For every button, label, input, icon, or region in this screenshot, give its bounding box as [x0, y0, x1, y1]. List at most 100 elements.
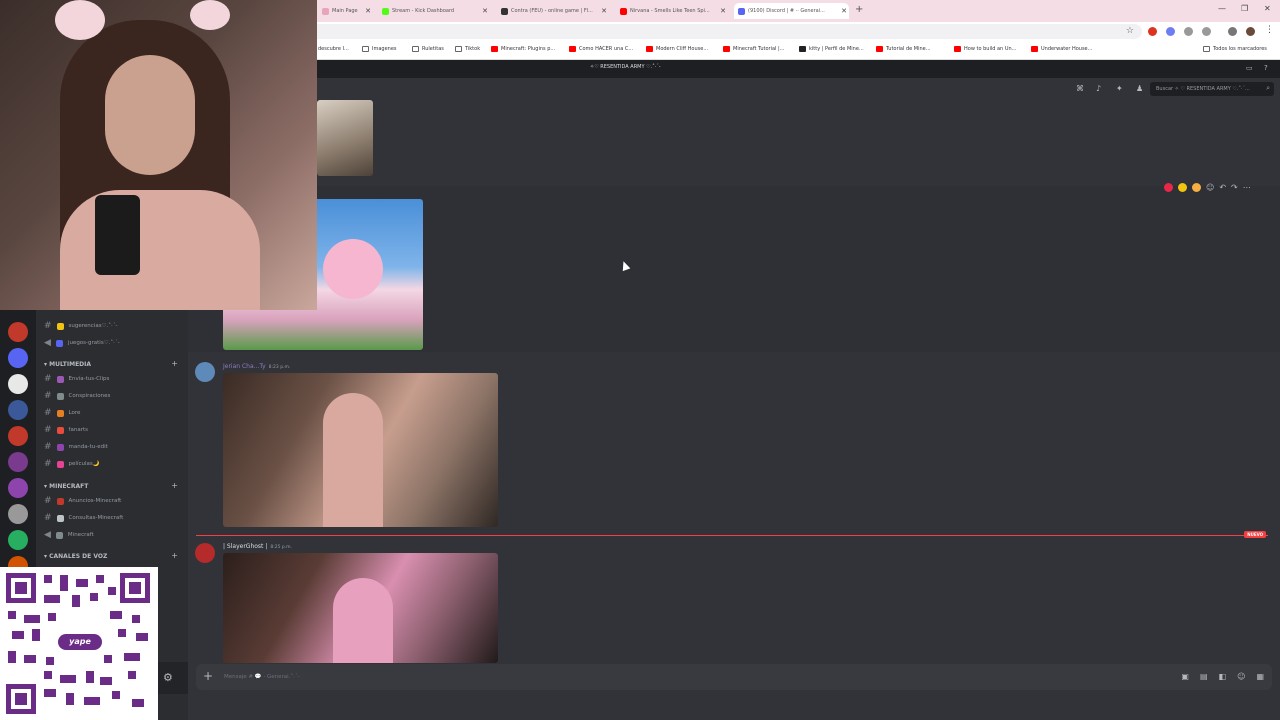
pin-icon[interactable]: ✦ — [1116, 84, 1125, 93]
server-icon[interactable] — [8, 452, 28, 472]
tab-main-page[interactable]: Main Page ✕ — [318, 3, 373, 19]
tab-discord[interactable]: (9100) Discord | # ·· Generai... ✕ — [734, 3, 849, 19]
channel-juegos-gratis[interactable]: ◀ juegos-gratis♡.˚·ˊ- — [44, 338, 120, 348]
hash-icon: # — [44, 425, 52, 435]
message-input[interactable]: Mensaje # 💬 · Generai.˚·ˊ- — [224, 674, 300, 680]
channel-consultas-minecraft[interactable]: # Consultas-Minecraft — [44, 513, 123, 523]
channel-conspiraciones[interactable]: # Conspiraciones — [44, 391, 110, 401]
add-attachment-button[interactable]: + — [203, 669, 213, 683]
server-icon[interactable] — [8, 504, 28, 524]
bookmark[interactable]: Como HACER una C... — [569, 46, 633, 52]
bookmark[interactable]: Modern Cliff House... — [646, 46, 708, 52]
extension-icon[interactable] — [1184, 27, 1193, 36]
members-icon[interactable]: ♟ — [1136, 84, 1145, 93]
help-icon[interactable]: ? — [1264, 64, 1268, 72]
server-icon[interactable] — [8, 400, 28, 420]
megaphone-icon: ◀ — [44, 530, 51, 540]
channel-peliculas[interactable]: # películas🌙 — [44, 459, 100, 469]
attachment-image[interactable] — [317, 100, 373, 176]
close-tab-icon[interactable]: ✕ — [601, 7, 607, 15]
bunny-ear-shape — [55, 0, 105, 40]
add-channel-icon[interactable]: + — [171, 551, 178, 560]
bookmark[interactable]: descubre I... — [318, 46, 349, 52]
inbox-icon[interactable]: ▭ — [1246, 64, 1253, 72]
gift-icon[interactable]: ▣ — [1181, 672, 1189, 681]
server-icon[interactable] — [8, 426, 28, 446]
bookmark-folder[interactable]: Imagenes — [362, 46, 397, 52]
channel-fanarts[interactable]: # fanarts — [44, 425, 88, 435]
bookmark-folder[interactable]: Tiktok — [455, 46, 480, 52]
tab-nirvana[interactable]: Nirvana - Smells Like Teen Spi... ✕ — [616, 3, 728, 19]
close-tab-icon[interactable]: ✕ — [720, 7, 726, 15]
tab-kick-dashboard[interactable]: Stream - Kick Dashboard ✕ — [378, 3, 490, 19]
bookmark[interactable]: Minecraft Tutorial |... — [723, 46, 784, 52]
add-reaction-icon[interactable]: ☺ — [1206, 183, 1214, 192]
bookmark[interactable]: Tutorial de Mine... — [876, 46, 931, 52]
channel-manda-tu-edit[interactable]: # manda-tu-edit — [44, 442, 108, 452]
add-channel-icon[interactable]: + — [171, 359, 178, 368]
close-tab-icon[interactable]: ✕ — [365, 7, 371, 15]
opera-icon[interactable] — [1148, 27, 1157, 36]
face-shape — [105, 55, 195, 175]
hash-icon: # — [44, 496, 52, 506]
channel-minecraft[interactable]: ◀ Minecraft — [44, 530, 94, 540]
close-window-icon[interactable]: ✕ — [1264, 4, 1271, 13]
download-icon[interactable] — [1228, 27, 1237, 36]
all-bookmarks[interactable]: Todos los marcadores — [1203, 46, 1267, 52]
channel-anuncios-minecraft[interactable]: # Anuncios-Minecraft — [44, 496, 121, 506]
address-bar[interactable]: ☆ — [300, 24, 1142, 39]
threads-icon[interactable]: ⌘ — [1076, 84, 1085, 93]
profile-avatar[interactable] — [1246, 27, 1255, 36]
close-tab-icon[interactable]: ✕ — [482, 7, 488, 15]
bell-icon[interactable]: ♪ — [1096, 84, 1105, 93]
bookmark[interactable]: Underwater House... — [1031, 46, 1092, 52]
channel-lore[interactable]: # Lore — [44, 408, 80, 418]
server-icon[interactable] — [8, 348, 28, 368]
bookmark[interactable]: How to build an Un... — [954, 46, 1016, 52]
extension-icon[interactable] — [1166, 27, 1175, 36]
emoji-icon[interactable]: ☺ — [1237, 672, 1245, 681]
add-channel-icon[interactable]: + — [171, 481, 178, 490]
puzzle-icon[interactable] — [1202, 27, 1211, 36]
message-author[interactable]: | SlayerGhost | 8:25 p.m. — [223, 543, 292, 550]
channel-sugerencias[interactable]: # sugerencias♡.˚·ˊ- — [44, 321, 117, 331]
heart-reaction-icon[interactable] — [1164, 182, 1173, 192]
reply-icon[interactable]: ↶ — [1219, 183, 1226, 192]
attachment-image[interactable] — [223, 553, 498, 663]
server-icon[interactable] — [8, 322, 28, 342]
message-author[interactable]: Jerian Cha...Ty 8:23 p.m. — [223, 363, 290, 370]
channel-emoji-icon — [55, 531, 63, 539]
search-input[interactable]: Buscar ✧ ♡ RESENTIDA ARMY ♡.˚·ˊ... ⌕ — [1150, 82, 1274, 96]
attachment-image[interactable] — [223, 373, 498, 527]
maximize-icon[interactable]: ❐ — [1241, 4, 1248, 13]
apps-icon[interactable]: ▦ — [1256, 672, 1264, 681]
minimize-icon[interactable]: — — [1218, 4, 1226, 13]
category-multimedia[interactable]: ▾ MULTIMEDIA — [44, 361, 91, 368]
bookmark[interactable]: kitty | Perfil de Mine... — [799, 46, 864, 52]
more-icon[interactable]: ⋯ — [1243, 183, 1251, 192]
menu-icon[interactable]: ⋮ — [1265, 25, 1274, 35]
server-icon[interactable] — [8, 478, 28, 498]
server-icon[interactable] — [8, 530, 28, 550]
sticker-icon[interactable]: ◧ — [1219, 672, 1227, 681]
gear-icon[interactable]: ⚙ — [163, 671, 173, 684]
close-tab-icon[interactable]: ✕ — [841, 7, 847, 15]
avatar[interactable] — [195, 543, 215, 563]
avatar[interactable] — [195, 362, 215, 382]
category-minecraft[interactable]: ▾ MINECRAFT — [44, 483, 88, 490]
star-icon[interactable]: ☆ — [1126, 26, 1134, 36]
pokemon-figure — [323, 239, 383, 299]
category-canales-de-voz[interactable]: ▾ CANALES DE VOZ — [44, 553, 107, 560]
tab-contra[interactable]: Contra (FEU) - online game | Fl... ✕ — [497, 3, 609, 19]
new-tab-button[interactable]: + — [855, 4, 863, 15]
channel-envia-tus-clips[interactable]: # Envía-tus-Clips — [44, 374, 109, 384]
person-figure — [333, 578, 393, 663]
bookmark[interactable]: Minecraft: Plugins p... — [491, 46, 555, 52]
gif-icon[interactable]: ▤ — [1200, 672, 1208, 681]
emoji-reaction-icon[interactable] — [1178, 182, 1187, 192]
message-composer[interactable]: + Mensaje # 💬 · Generai.˚·ˊ- ▣ ▤ ◧ ☺ ▦ — [196, 664, 1272, 690]
bookmark-folder[interactable]: Ruletitas — [412, 46, 444, 52]
forward-icon[interactable]: ↷ — [1231, 183, 1238, 192]
server-icon[interactable] — [8, 374, 28, 394]
hand-reaction-icon[interactable] — [1192, 182, 1201, 192]
